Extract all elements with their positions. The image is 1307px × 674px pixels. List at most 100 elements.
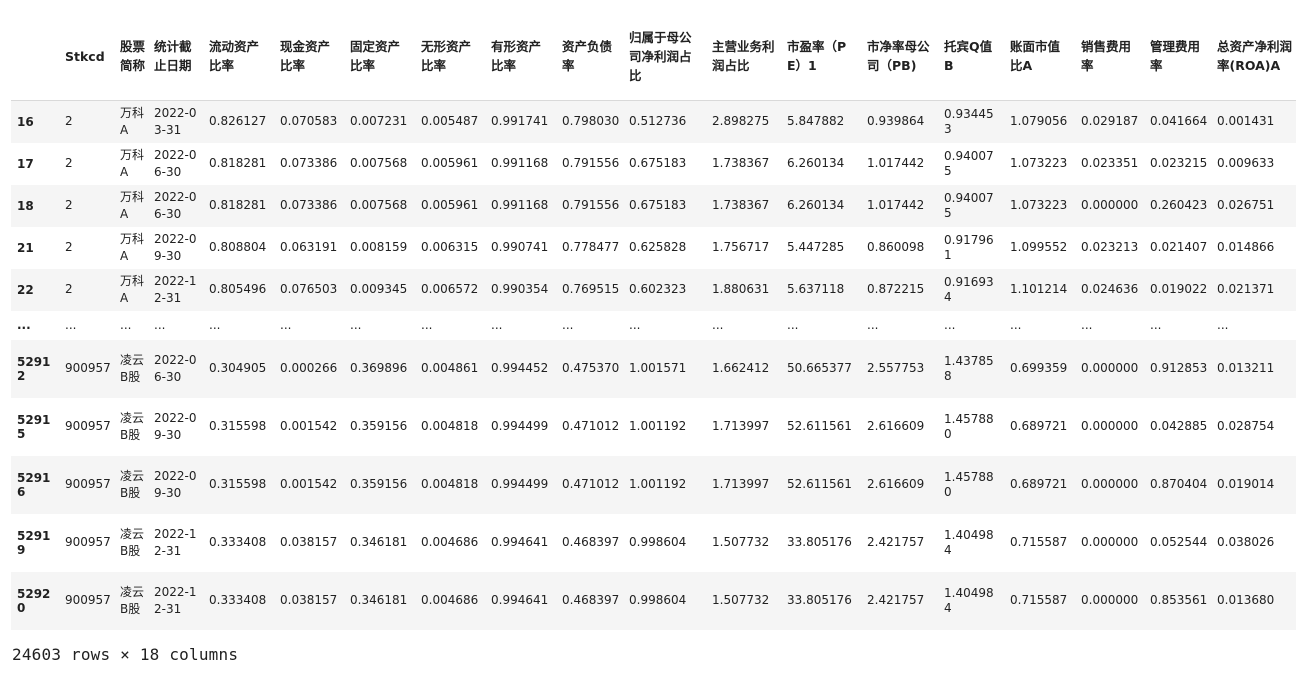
table-cell: 0.021407 <box>1150 240 1208 254</box>
table-cell: 1.738367 <box>712 156 770 170</box>
table-cell: 1.073223 <box>1010 156 1068 170</box>
dataframe-shape-text: 24603 rows × 18 columns <box>12 645 239 664</box>
table-header: Stkcd 股票简称 统计截止日期 流动资产比率 现金资产比率 固定资产比率 无形资产比率有… <box>11 12 1296 101</box>
table-cell: 0.917961 <box>944 232 994 262</box>
table-cell: 0.029187 <box>1081 114 1139 129</box>
table-body: 16 2 万科A 2022-03-31 0.826127 0.070583 0.007231… <box>11 100 1296 630</box>
table-cell: ... <box>280 317 292 332</box>
table-cell: 0.005487 <box>421 114 479 129</box>
table-cell: 0.872215 <box>867 282 925 296</box>
table-cell: 2022-12-31 <box>154 526 197 558</box>
table-cell: 0.916934 <box>944 274 994 304</box>
index-header <box>11 12 59 101</box>
table-row: 16 2 万科A 2022-03-31 0.826127 0.070583 0.007231… <box>11 100 1296 143</box>
table-cell: 0.991741 <box>491 114 549 129</box>
table-cell: 1.507732 <box>712 593 770 607</box>
table-cell: ... <box>65 317 77 332</box>
table-cell: 0.912853 <box>1150 361 1208 375</box>
table-cell: 0.625828 <box>629 240 687 254</box>
table-cell: 0.860098 <box>867 240 925 254</box>
table-cell: 0.689721 <box>1010 477 1068 491</box>
table-cell: 0.675183 <box>629 156 687 170</box>
table-cell: 0.346181 <box>350 535 408 549</box>
table-cell: 0.023351 <box>1081 156 1139 170</box>
table-cell: 0.007231 <box>350 114 408 129</box>
table-cell: 6.260134 <box>787 198 845 212</box>
table-cell: 5.847882 <box>787 114 845 129</box>
table-cell: 0.346181 <box>350 593 408 607</box>
table-cell: 0.026751 <box>1217 198 1275 212</box>
column-header: 资产负债率 <box>556 12 623 101</box>
table-cell: 0.940075 <box>944 148 994 178</box>
table-cell: 万科A <box>120 231 145 263</box>
table-cell: 0.070583 <box>280 114 338 129</box>
table-cell: 0.512736 <box>629 114 687 129</box>
table-cell: 0.994641 <box>491 593 549 607</box>
table-cell: 2.421757 <box>867 593 925 607</box>
table-cell: ... <box>787 317 799 332</box>
table-cell: 0.934453 <box>944 106 994 136</box>
table-cell: 0.791556 <box>562 198 620 212</box>
table-cell: ... <box>562 317 574 332</box>
table-cell: ... <box>1010 317 1022 332</box>
column-header: 有形资产比率 <box>485 12 556 101</box>
table-cell: 2.898275 <box>712 114 770 129</box>
table-cell: 0.359156 <box>350 477 408 491</box>
table-cell: ... <box>120 317 132 332</box>
table-cell: 2 <box>65 156 73 170</box>
table-row: 17 2 万科A 2022-06-30 0.818281 0.073386 0.007568… <box>11 142 1296 185</box>
table-cell: 1.713997 <box>712 419 770 433</box>
row-index: 52919 <box>17 528 51 557</box>
row-index: 18 <box>17 198 34 213</box>
table-cell: 0.007568 <box>350 198 408 212</box>
table-cell: 0.998604 <box>629 535 687 549</box>
table-cell: 万科A <box>120 189 145 221</box>
table-cell: 2022-03-31 <box>154 105 197 137</box>
table-cell: 2022-12-31 <box>154 273 197 305</box>
table-cell: 0.005961 <box>421 198 479 212</box>
table-cell: ... <box>712 317 724 332</box>
table-cell: 0.001542 <box>280 477 338 491</box>
ellipsis-row: ........................................… <box>11 310 1296 340</box>
table-cell: 0.000000 <box>1081 593 1139 607</box>
table-cell: 0.038157 <box>280 593 338 607</box>
table-cell: 1.756717 <box>712 240 770 254</box>
table-cell: 5.447285 <box>787 240 845 254</box>
table-cell: 0.715587 <box>1010 535 1068 549</box>
column-header: 统计截止日期 <box>148 12 203 101</box>
column-header: 托宾Q值B <box>938 12 1004 101</box>
table-cell: 0.468397 <box>562 593 620 607</box>
table-cell: 0.024636 <box>1081 282 1139 296</box>
table-cell: 0.315598 <box>209 419 267 433</box>
column-header: 管理费用率 <box>1144 12 1211 101</box>
table-cell: 0.000000 <box>1081 198 1139 212</box>
table-cell: 5.637118 <box>787 282 845 296</box>
table-cell: ... <box>491 317 503 332</box>
table-cell: 2 <box>65 198 73 212</box>
table-cell: 0.006315 <box>421 240 479 254</box>
table-cell: 0.304905 <box>209 361 267 375</box>
table-cell: 0.715587 <box>1010 593 1068 607</box>
table-cell: 1.079056 <box>1010 114 1068 129</box>
table-cell: 1.099552 <box>1010 240 1068 254</box>
column-header: 无形资产比率 <box>415 12 485 101</box>
table-cell: 万科A <box>120 273 145 305</box>
table-cell: 0.000000 <box>1081 419 1139 433</box>
table-cell: 凌云B股 <box>120 410 145 442</box>
table-cell: 1.713997 <box>712 477 770 491</box>
table-cell: 0.471012 <box>562 419 620 433</box>
column-header: 主营业务利润占比 <box>706 12 781 101</box>
table-cell: 0.008159 <box>350 240 408 254</box>
table-cell: 0.798030 <box>562 114 620 129</box>
table-cell: 900957 <box>65 361 111 375</box>
table-cell: 0.013211 <box>1217 361 1275 375</box>
row-index: 52920 <box>17 586 51 615</box>
row-index: ... <box>17 318 31 332</box>
table-cell: 1.017442 <box>867 198 925 212</box>
table-cell: 0.333408 <box>209 593 267 607</box>
table-cell: 2 <box>65 114 73 129</box>
row-index: 52912 <box>17 354 51 383</box>
table-cell: 0.826127 <box>209 114 267 129</box>
table-cell: 1.437858 <box>944 353 994 383</box>
table-cell: 1.457880 <box>944 469 994 499</box>
